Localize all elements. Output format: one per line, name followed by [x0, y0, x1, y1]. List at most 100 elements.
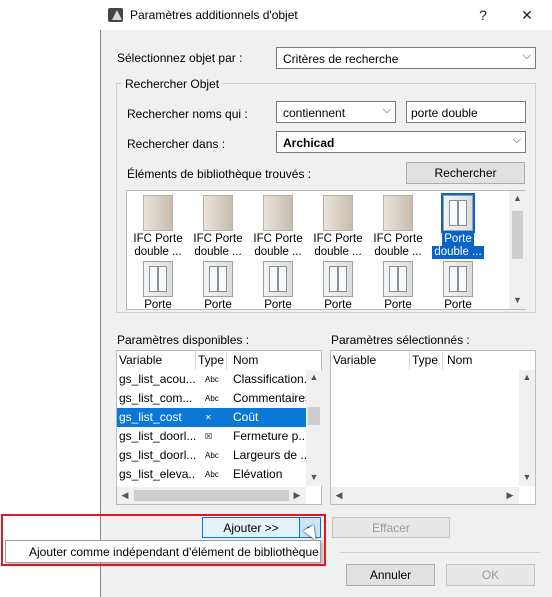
scroll-down-icon[interactable]: ▼	[519, 472, 535, 482]
cell-name: Elévation	[233, 467, 283, 481]
select-by-label: Sélectionnez objet par :	[117, 51, 243, 65]
library-item-subname: double ...	[134, 246, 182, 258]
door-thumbnail-icon	[441, 193, 475, 233]
search-in-combo[interactable]: Archicad ⌵	[276, 131, 526, 153]
scroll-thumb[interactable]	[308, 407, 320, 425]
available-params-list[interactable]: Variable Type Nom gs_list_acou... Abc Clas…	[116, 350, 322, 505]
cell-variable: gs_list_eleva...	[119, 467, 196, 481]
search-in-value: Archicad	[283, 136, 335, 150]
selected-params-list[interactable]: Variable Type Nom ▲ ▼ ◀ ▶	[330, 350, 536, 505]
available-rows: gs_list_acou... Abc Classification... gs_li…	[117, 370, 306, 486]
door-thumbnail-icon	[263, 261, 293, 297]
available-params-label: Paramètres disponibles :	[117, 333, 250, 347]
available-header: Variable Type Nom	[117, 351, 307, 370]
scroll-right-icon[interactable]: ▶	[291, 490, 303, 501]
library-item-caption: Porte double ...	[429, 233, 487, 259]
scroll-left-icon[interactable]: ◀	[333, 490, 345, 501]
column-header-variable[interactable]: Variable	[119, 351, 196, 370]
library-item[interactable]: Porte double ...	[429, 193, 487, 259]
scroll-down-icon[interactable]: ▼	[509, 295, 526, 305]
search-button[interactable]: Rechercher	[406, 162, 525, 184]
library-item-name: Porte	[444, 299, 472, 311]
library-item-caption: Porte	[429, 299, 487, 312]
ok-button[interactable]: OK	[446, 564, 535, 586]
column-header-type[interactable]: Type	[198, 351, 227, 370]
door-thumbnail-icon	[203, 261, 233, 297]
available-vscroll[interactable]: ▲ ▼	[306, 370, 322, 486]
library-item-name: Porte	[442, 233, 474, 246]
door-thumbnail-icon	[323, 195, 353, 231]
column-header-name[interactable]: Nom	[447, 351, 517, 370]
selected-header: Variable Type Nom	[331, 351, 519, 370]
library-items-list[interactable]: IFC Porte double ... IFC Porte double ... IF…	[126, 190, 526, 311]
available-hscroll[interactable]: ◀ ▶	[117, 487, 306, 504]
cell-variable: gs_list_com...	[119, 391, 193, 405]
table-row[interactable]: gs_list_eleva... Abc Elévation	[117, 465, 306, 484]
door-thumbnail-icon	[143, 261, 173, 297]
library-item-subname: double ...	[432, 246, 484, 259]
library-item-subname: double ...	[314, 246, 362, 258]
library-item-caption: IFC Porte double ...	[189, 233, 247, 259]
highlight-annotation	[1, 514, 326, 566]
table-row[interactable]: gs_list_doorl... Abc Largeurs de ...	[117, 446, 306, 465]
scroll-left-icon[interactable]: ◀	[119, 490, 131, 501]
column-header-variable[interactable]: Variable	[333, 351, 410, 370]
table-row[interactable]: gs_list_acou... Abc Classification...	[117, 370, 306, 389]
library-item[interactable]: IFC Porte double ...	[369, 193, 427, 258]
close-button[interactable]: ✕	[516, 5, 538, 25]
archicad-app-icon	[108, 8, 123, 22]
cancel-button[interactable]: Annuler	[346, 564, 435, 586]
library-item-caption: Porte	[189, 299, 247, 312]
library-item-subname: double ...	[194, 246, 242, 258]
table-row[interactable]: gs_list_cost ✕ Coût	[117, 408, 306, 427]
library-item-caption: Porte	[129, 299, 187, 312]
library-item[interactable]: Porte	[369, 259, 427, 323]
cell-type-icon: Abc	[205, 375, 219, 384]
clear-button[interactable]: Effacer	[332, 517, 450, 538]
library-item-name: Porte	[204, 299, 232, 311]
chevron-down-icon: ⌵	[522, 50, 531, 62]
door-thumbnail-icon	[323, 261, 353, 297]
column-header-name[interactable]: Nom	[233, 351, 307, 370]
cell-name: Classification...	[233, 372, 306, 386]
scroll-up-icon[interactable]: ▲	[519, 372, 535, 382]
table-row[interactable]: gs_list_doorl... ☒ Fermeture p...	[117, 427, 306, 446]
search-text-input[interactable]: porte double	[406, 101, 526, 123]
help-button[interactable]: ?	[472, 5, 494, 25]
column-header-type[interactable]: Type	[412, 351, 443, 370]
condition-combo[interactable]: contiennent ⌵	[276, 101, 396, 123]
library-item[interactable]: IFC Porte double ...	[129, 193, 187, 258]
library-item-subname: double ...	[374, 246, 422, 258]
separator	[340, 552, 540, 553]
library-item-subname: double ...	[254, 246, 302, 258]
library-scrollbar[interactable]: ▲ ▼	[509, 191, 526, 309]
library-item[interactable]: IFC Porte double ...	[309, 193, 367, 258]
selected-vscroll[interactable]: ▲ ▼	[519, 370, 535, 486]
cell-name: Coût	[233, 410, 259, 424]
library-item[interactable]: Porte	[309, 259, 367, 323]
table-row[interactable]: gs_list_com... Abc Commentaires	[117, 389, 306, 408]
library-item[interactable]: Porte	[129, 259, 187, 323]
scroll-down-icon[interactable]: ▼	[306, 472, 322, 482]
library-item-caption: IFC Porte double ...	[249, 233, 307, 259]
door-thumbnail-icon	[383, 195, 413, 231]
library-item[interactable]: Porte	[429, 259, 487, 323]
scroll-thumb[interactable]	[512, 211, 523, 259]
select-by-combo[interactable]: Critères de recherche ⌵	[276, 47, 536, 69]
search-names-label: Rechercher noms qui :	[127, 107, 248, 121]
selected-hscroll[interactable]: ◀ ▶	[331, 487, 519, 504]
library-item-name: Porte	[264, 299, 292, 311]
door-thumbnail-icon	[383, 261, 413, 297]
library-item[interactable]: Porte	[249, 259, 307, 323]
cell-type-icon: Abc	[205, 394, 219, 403]
scroll-right-icon[interactable]: ▶	[504, 490, 516, 501]
chevron-down-icon: ⌵	[512, 134, 521, 146]
library-item[interactable]: IFC Porte double ...	[249, 193, 307, 259]
cell-name: Largeurs de ...	[233, 448, 306, 462]
selected-params-label: Paramètres sélectionnés :	[331, 333, 470, 347]
scroll-thumb[interactable]	[134, 490, 289, 501]
scroll-up-icon[interactable]: ▲	[509, 193, 526, 203]
library-item[interactable]: IFC Porte double ...	[189, 193, 247, 259]
scroll-up-icon[interactable]: ▲	[306, 372, 322, 382]
library-item[interactable]: Porte	[189, 259, 247, 323]
